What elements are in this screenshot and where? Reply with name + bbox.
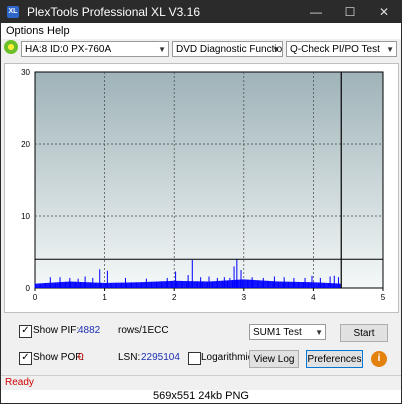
logarithmic-label: Logarithmic — [201, 352, 253, 363]
drive-select-value: HA:8 ID:0 PX-760A — [25, 44, 112, 55]
chevron-down-icon: ▼ — [272, 45, 280, 54]
info-icon[interactable]: i — [371, 351, 387, 367]
chevron-down-icon: ▼ — [315, 328, 323, 337]
mode-select-value: SUM1 Test — [253, 327, 302, 338]
x-tick-label: 0 — [33, 293, 38, 302]
menu-bar: Options Help — [1, 23, 401, 39]
drive-icon — [4, 40, 18, 54]
lsn-label: LSN: — [118, 352, 141, 363]
menu-help[interactable]: Help — [47, 25, 70, 37]
mode-select[interactable]: SUM1 Test ▼ — [249, 324, 326, 340]
chevron-down-icon: ▼ — [386, 45, 394, 54]
x-tick-label: 1 — [102, 293, 107, 302]
app-logo-icon: XL — [7, 6, 19, 18]
chart-panel: 0 1 2 3 4 5 0 10 20 30 — [4, 63, 399, 313]
preferences-button[interactable]: Preferences — [306, 350, 363, 368]
view-log-button[interactable]: View Log — [249, 350, 299, 368]
plot-area — [34, 71, 384, 289]
show-pof-label: Show POF: — [33, 352, 85, 363]
minimize-button[interactable]: — — [299, 1, 333, 23]
pi-po-chart: 0 1 2 3 4 5 0 10 20 30 — [21, 68, 386, 302]
y-tick-label: 20 — [21, 140, 30, 149]
show-pif-label: Show PIF: — [33, 325, 80, 336]
start-button[interactable]: Start — [340, 324, 388, 342]
pof-value: 0 — [78, 352, 84, 363]
function-select[interactable]: DVD Diagnostic Functions ▼ — [172, 41, 283, 57]
status-text: Ready — [5, 377, 34, 388]
menu-options[interactable]: Options — [6, 25, 44, 37]
x-tick-label: 5 — [381, 293, 386, 302]
y-tick-label: 30 — [21, 68, 30, 77]
x-tick-label: 4 — [311, 293, 316, 302]
x-tick-label: 2 — [172, 293, 177, 302]
test-select-value: Q-Check PI/PO Test — [290, 44, 380, 55]
close-button[interactable]: ✕ — [367, 1, 401, 23]
app-window: XL PlexTools Professional XL V3.16 — ☐ ✕… — [0, 0, 402, 404]
pif-value: 4882 — [78, 325, 101, 336]
y-tick-label: 10 — [21, 212, 30, 221]
function-select-value: DVD Diagnostic Functions — [176, 44, 283, 55]
controls-panel: ✓ Show PIF: 4882 rows/1ECC ✓ Show POF: 0… — [1, 315, 401, 375]
show-pof-checkbox[interactable]: ✓ — [19, 352, 32, 365]
window-title: PlexTools Professional XL V3.16 — [27, 5, 200, 19]
lsn-value: 2295104 — [141, 352, 180, 363]
image-caption: 569x551 24kb PNG — [1, 390, 401, 403]
title-bar[interactable]: XL PlexTools Professional XL V3.16 — ☐ ✕ — [1, 1, 401, 23]
x-tick-label: 3 — [242, 293, 247, 302]
test-select[interactable]: Q-Check PI/PO Test ▼ — [286, 41, 397, 57]
y-tick-label: 0 — [26, 284, 31, 293]
maximize-button[interactable]: ☐ — [333, 1, 367, 23]
toolbar: HA:8 ID:0 PX-760A ▼ DVD Diagnostic Funct… — [1, 39, 401, 61]
status-bar: Ready — [1, 375, 401, 390]
show-pif-checkbox[interactable]: ✓ — [19, 325, 32, 338]
chevron-down-icon: ▼ — [158, 45, 166, 54]
pif-unit: rows/1ECC — [118, 325, 169, 336]
logarithmic-checkbox[interactable] — [188, 352, 201, 365]
drive-select[interactable]: HA:8 ID:0 PX-760A ▼ — [21, 41, 169, 57]
